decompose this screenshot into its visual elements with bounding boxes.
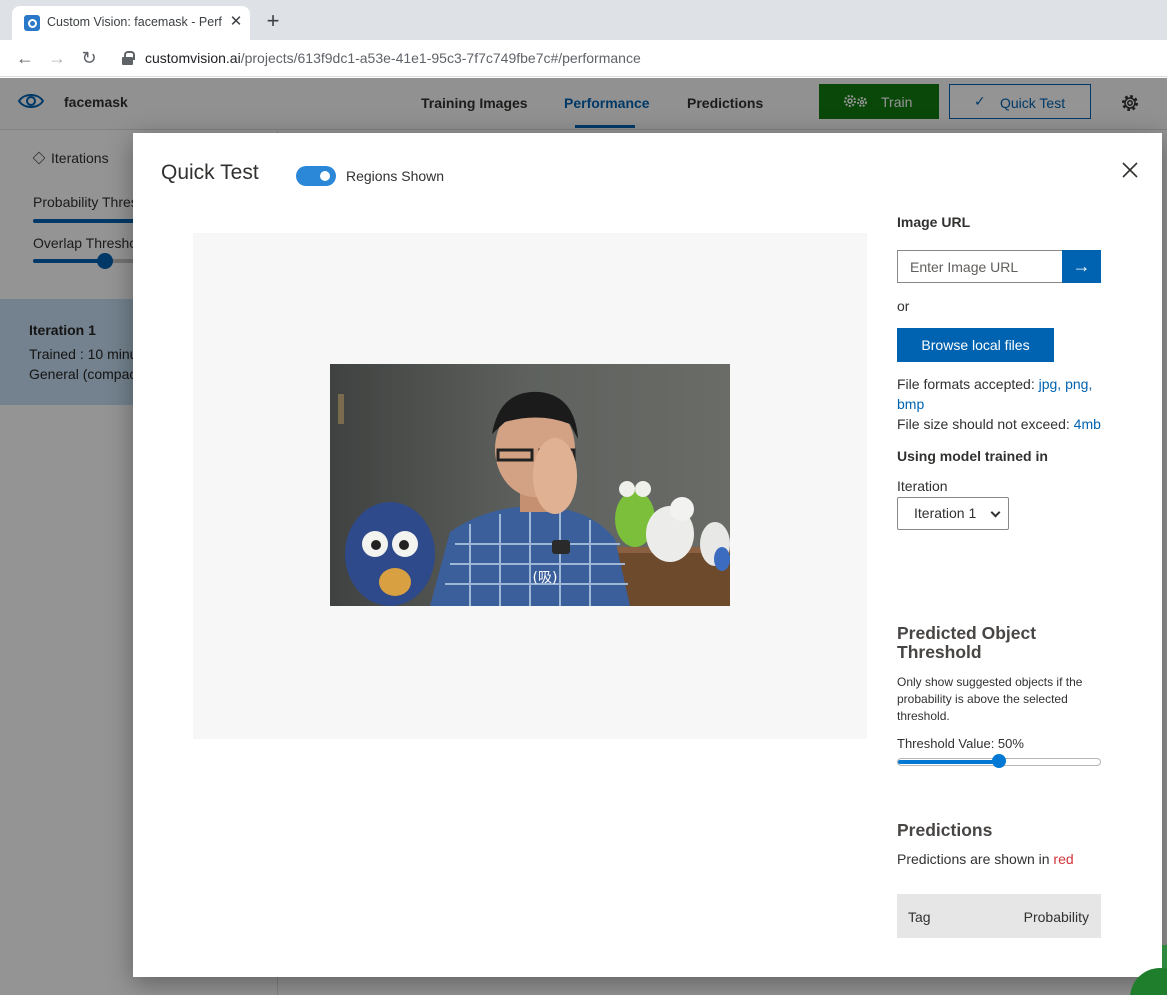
column-tag[interactable]: Tag (908, 909, 931, 925)
threshold-value-label: Threshold Value: 50% (897, 736, 1024, 751)
toggle-knob (320, 171, 330, 181)
browse-local-files-button[interactable]: Browse local files (897, 328, 1054, 362)
predictions-note-text: Predictions are shown in (897, 851, 1050, 867)
format-png-link[interactable]: png, (1065, 376, 1092, 392)
dialog-title: Quick Test (161, 161, 259, 184)
url-host: customvision.ai (145, 50, 241, 66)
url-path: /projects/613f9dc1-a53e-41e1-95c3-7f7c74… (240, 50, 641, 66)
forward-arrow-icon[interactable]: → (46, 47, 68, 69)
model-heading: Using model trained in (897, 448, 1048, 464)
predictions-table-header: Tag Probability (897, 894, 1101, 938)
regions-shown-label: Regions Shown (346, 168, 445, 184)
submit-url-button[interactable]: → (1062, 250, 1101, 283)
column-probability[interactable]: Probability (1024, 909, 1089, 925)
file-size-text: File size should not exceed: 4mb (897, 414, 1127, 434)
browser-tab[interactable]: Custom Vision: facemask - Performance ✕ (12, 6, 250, 40)
custom-vision-favicon-icon (24, 15, 40, 31)
threshold-slider-thumb[interactable] (992, 754, 1006, 768)
iteration-select-label: Iteration (897, 478, 948, 494)
browser-tabstrip: Custom Vision: facemask - Performance ✕ … (0, 0, 1167, 40)
threshold-slider[interactable] (897, 754, 1101, 768)
back-arrow-icon[interactable]: ← (14, 47, 36, 69)
formats-prefix: File formats accepted: (897, 376, 1035, 392)
image-url-heading: Image URL (897, 214, 971, 230)
file-formats-text: File formats accepted: jpg, png, bmp (897, 374, 1101, 414)
test-image: (吸) (330, 364, 730, 606)
or-separator: or (897, 298, 910, 314)
lock-icon[interactable] (122, 51, 135, 65)
quick-test-dialog: Quick Test Regions Shown (吸) Image URL E… (133, 133, 1162, 977)
predictions-color-word: red (1053, 851, 1074, 867)
format-bmp-link[interactable]: bmp (897, 396, 924, 412)
address-bar: ← → ↻ customvision.ai/projects/613f9dc1-… (0, 40, 1167, 77)
corner-strip (1162, 945, 1167, 969)
image-url-input[interactable] (897, 250, 1062, 283)
url-field[interactable]: customvision.ai/projects/613f9dc1-a53e-4… (145, 50, 641, 66)
threshold-title: Predicted Object Threshold (897, 623, 1037, 662)
threshold-description: Only show suggested objects if the proba… (897, 675, 1083, 723)
regions-shown-toggle[interactable] (296, 166, 336, 186)
size-prefix: File size should not exceed: (897, 416, 1070, 432)
tab-title: Custom Vision: facemask - Performance (47, 15, 222, 29)
predictions-title: Predictions (897, 820, 993, 840)
predictions-note: Predictions are shown in red (897, 851, 1074, 867)
close-tab-icon[interactable]: ✕ (228, 11, 244, 33)
iteration-select-value: Iteration 1 (914, 505, 977, 521)
size-limit-link[interactable]: 4mb (1074, 416, 1101, 432)
image-caption: (吸) (533, 570, 558, 586)
quick-test-sidebar: Image URL → or Browse local files File f… (897, 133, 1147, 977)
format-jpg-link[interactable]: jpg, (1039, 376, 1062, 392)
arrow-right-icon: → (1072, 256, 1091, 276)
image-preview-area: (吸) (193, 233, 867, 739)
iteration-select[interactable]: Iteration 1 (897, 497, 1009, 530)
threshold-slider-fill (898, 760, 999, 764)
new-tab-button[interactable]: + (260, 8, 286, 34)
chevron-down-icon (990, 507, 1001, 518)
reload-icon[interactable]: ↻ (78, 47, 100, 69)
